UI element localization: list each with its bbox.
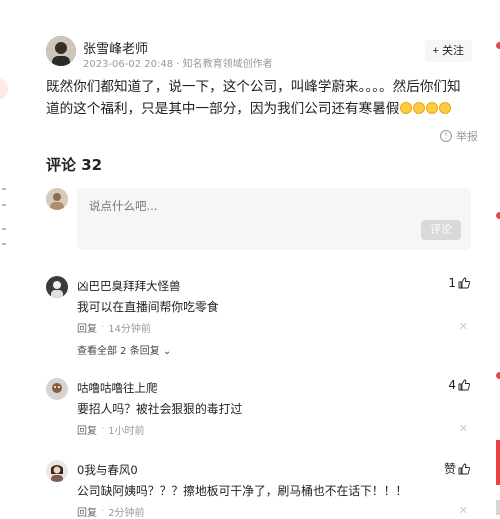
author-header: 张雪峰老师 2023-06-02 20:48 · 知名教育领域创作者 + 关注 (46, 36, 476, 70)
thumbs-up-icon (458, 379, 470, 391)
thumbs-up-icon (458, 463, 470, 474)
comment-actions: 回复 · 14分钟前 (77, 320, 151, 335)
right-panel-fragment (496, 500, 500, 515)
reply-button[interactable]: 回复 (77, 504, 97, 519)
commenter-name[interactable]: 咕噜咕噜往上爬 (77, 380, 158, 396)
info-icon: ! (440, 130, 452, 142)
separator: · (101, 424, 105, 435)
follow-button[interactable]: + 关注 (424, 40, 472, 62)
thumbs-up-icon (458, 277, 470, 289)
comment-text: 要招人吗？被社会狠狠的毒打过 (77, 402, 243, 416)
left-panel-fragment (0, 78, 8, 100)
commenter-name[interactable]: 凶巴巴臭拜拜大怪兽 (77, 278, 181, 294)
commenter-avatar[interactable] (46, 460, 68, 482)
close-icon[interactable]: ✕ (459, 422, 468, 435)
submit-comment-button[interactable]: 评论 (421, 220, 461, 240)
close-icon[interactable]: ✕ (459, 504, 468, 517)
comments-title: 评论 32 (46, 154, 102, 175)
comment-text: 我可以在直播间帮你吃零食 (77, 300, 219, 314)
like-button[interactable]: 4 (448, 378, 470, 392)
right-panel-dot (496, 372, 500, 379)
comments-count: 32 (81, 156, 103, 174)
like-count: 4 (448, 378, 456, 392)
comment-compose-box[interactable]: 评论 (77, 188, 471, 250)
close-icon[interactable]: ✕ (459, 320, 468, 333)
like-count: 1 (448, 276, 456, 290)
like-label: 赞 (443, 462, 456, 476)
reply-button[interactable]: 回复 (77, 422, 97, 437)
right-panel-thumbnail (496, 440, 500, 485)
left-panel-mark (2, 204, 6, 206)
view-replies-label: 查看全部 2 条回复 (77, 346, 160, 357)
left-panel-mark (2, 228, 6, 230)
comments-title-label: 评论 (46, 156, 77, 174)
left-panel-mark (2, 243, 6, 245)
like-button[interactable]: 1 (448, 276, 470, 290)
right-panel-dot (496, 42, 500, 49)
like-button[interactable]: 赞 (444, 460, 470, 477)
comment-actions: 回复 · 2分钟前 (77, 504, 145, 519)
comment-time: 2分钟前 (108, 508, 145, 519)
right-panel-dot (496, 212, 500, 219)
current-user-avatar (46, 188, 68, 210)
report-label: 举报 (456, 130, 478, 143)
separator: · (101, 506, 105, 517)
author-avatar[interactable] (46, 36, 76, 66)
post-text: 既然你们都知道了，说一下，这个公司，叫峰学蔚来。。。。然后你们知道的这个福利，只… (46, 76, 472, 120)
commenter-avatar[interactable] (46, 276, 68, 298)
left-panel-mark (2, 188, 6, 190)
reply-button[interactable]: 回复 (77, 320, 97, 335)
author-meta: 2023-06-02 20:48 · 知名教育领域创作者 (83, 59, 273, 70)
comment-time: 1小时前 (108, 426, 145, 437)
commenter-name[interactable]: 0我与春风0 (77, 462, 138, 478)
emoji-icon (400, 102, 413, 114)
comment-actions: 回复 · 1小时前 (77, 422, 145, 437)
post-text-content: 既然你们都知道了，说一下，这个公司，叫峰学蔚来。。。。然后你们知道的这个福利，只… (46, 79, 461, 117)
emoji-icon (426, 102, 439, 114)
view-replies-link[interactable]: 查看全部 2 条回复 ⌄ (77, 342, 171, 357)
chevron-down-icon: ⌄ (162, 346, 172, 357)
comment-text: 公司缺阿姨吗？？？擦地板可干净了，刷马桶也不在话下！！！ (77, 484, 408, 498)
emoji-icon (413, 102, 426, 114)
commenter-avatar[interactable] (46, 378, 68, 400)
separator: · (101, 322, 105, 333)
comment-input[interactable] (87, 198, 391, 214)
report-link[interactable]: ! 举报 (440, 128, 478, 144)
comment-time: 14分钟前 (108, 324, 151, 335)
emoji-icon (439, 102, 452, 114)
